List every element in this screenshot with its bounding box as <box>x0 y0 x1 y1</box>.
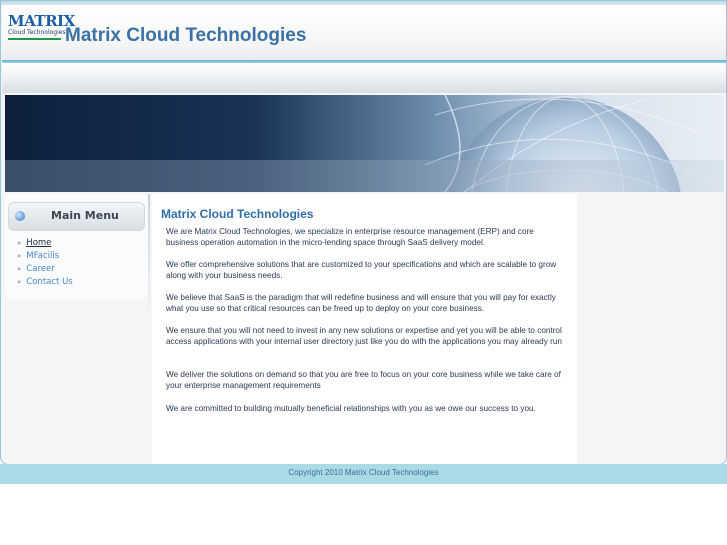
page-frame: MATRIX Cloud Technologies Matrix Cloud T… <box>0 0 727 465</box>
header: MATRIX Cloud Technologies Matrix Cloud T… <box>2 5 726 61</box>
double-chevron-right-icon: » <box>17 239 22 247</box>
main-menu-header: Main Menu <box>8 202 145 231</box>
content-paragraph: We offer comprehensive solutions that ar… <box>166 260 557 280</box>
site-title: Matrix Cloud Technologies <box>65 25 307 46</box>
double-chevron-right-icon: » <box>17 265 22 273</box>
logo-tagline: Cloud Technologies <box>8 29 66 36</box>
main-content: Matrix Cloud Technologies We are Matrix … <box>152 194 577 464</box>
double-chevron-right-icon: » <box>17 278 22 286</box>
double-chevron-right-icon: » <box>17 252 22 260</box>
globe-bullet-icon <box>15 211 25 221</box>
content-paragraph: We believe that SaaS is the paradigm tha… <box>166 293 556 313</box>
content-paragraph: We are Matrix Cloud Technologies, we spe… <box>166 227 534 247</box>
content-title: Matrix Cloud Technologies <box>161 207 314 221</box>
sidebar-item-home[interactable]: » Home <box>17 238 51 250</box>
content-paragraph: We are committed to building mutually be… <box>166 404 536 413</box>
sidebar: Main Menu » Home » MFacilis » Career » Conta… <box>5 194 148 299</box>
copyright-text: Copyright 2010 Matrix Cloud Technologies <box>288 468 439 477</box>
banner-overlay <box>5 160 724 192</box>
sidebar-item-career[interactable]: » Career <box>17 264 55 276</box>
sidebar-item-contact-us[interactable]: » Contact Us <box>17 277 73 289</box>
column-divider <box>148 194 150 318</box>
logo-wordmark: MATRIX <box>8 12 75 30</box>
content-paragraph: We ensure that you will not need to inve… <box>166 326 562 346</box>
sidebar-item-mfacilis[interactable]: » MFacilis <box>17 251 59 263</box>
main-menu-title: Main Menu <box>51 209 119 222</box>
footer: Copyright 2010 Matrix Cloud Technologies <box>0 464 727 484</box>
nav-bar <box>2 63 726 93</box>
content-paragraph: We deliver the solutions on demand so th… <box>166 370 561 390</box>
logo-underline <box>8 38 61 40</box>
banner-image <box>5 95 724 192</box>
logo[interactable]: MATRIX Cloud Technologies <box>8 12 75 49</box>
